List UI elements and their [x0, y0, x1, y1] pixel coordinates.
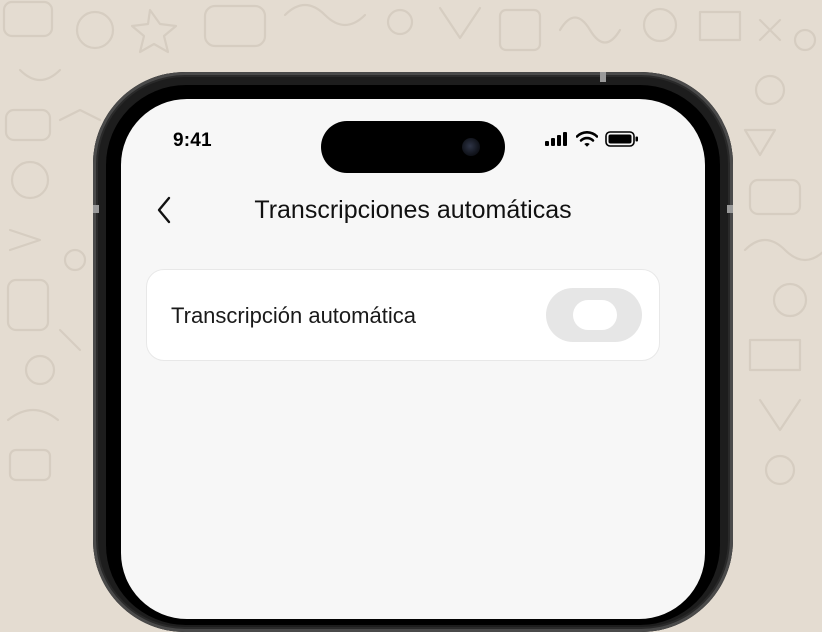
toggle-knob [573, 300, 617, 330]
front-camera-icon [462, 138, 480, 156]
side-button-top-right [600, 72, 606, 82]
battery-icon [605, 131, 638, 147]
auto-transcription-setting-card: Transcripción automática [146, 269, 660, 361]
side-button-right [727, 205, 733, 213]
phone-screen: 9:41 Transcripciones automáticas Transcr… [121, 99, 705, 619]
status-icons [545, 131, 639, 147]
status-time: 9:41 [173, 130, 212, 151]
dynamic-island [321, 121, 505, 173]
auto-transcription-toggle[interactable] [546, 288, 642, 342]
wifi-icon [576, 131, 598, 147]
side-button-left [93, 205, 99, 213]
cellular-signal-icon [545, 132, 567, 146]
page-title: Transcripciones automáticas [254, 196, 572, 224]
auto-transcription-label: Transcripción automática [171, 303, 416, 328]
